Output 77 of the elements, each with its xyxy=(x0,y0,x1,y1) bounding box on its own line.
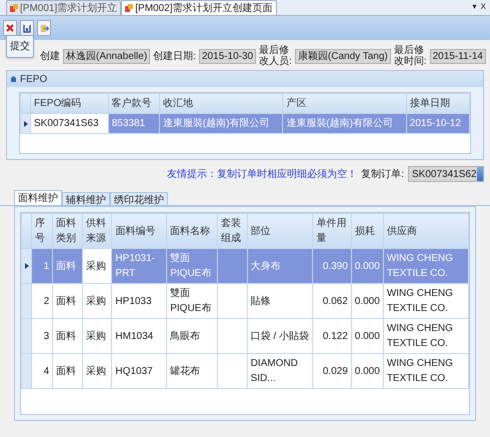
table-cell: 貼條 xyxy=(250,296,271,306)
table-cell: 0.000 xyxy=(354,330,380,342)
table-cell: 1 xyxy=(44,260,50,272)
table-cell: 口袋 / 小貼袋 xyxy=(250,330,309,342)
tooltip: 提交 xyxy=(6,35,34,58)
table-cell: 0.000 xyxy=(354,296,380,306)
row-pointer-icon xyxy=(24,263,28,269)
field-label: 复制订单: xyxy=(361,168,404,182)
table-cell: WING CHENG TEXTILE CO. xyxy=(386,253,453,279)
save-button[interactable] xyxy=(20,20,34,36)
close-button[interactable] xyxy=(3,20,17,36)
column-header[interactable]: FEPO编码 xyxy=(30,94,108,114)
table-cell: 0.029 xyxy=(322,366,348,376)
text-field[interactable]: 康颖园(Candy Tang) xyxy=(294,48,391,64)
document-tab[interactable]: [PM001]需求计划开立 xyxy=(6,0,122,15)
table-cell: 0.000 xyxy=(354,260,380,272)
table-cell: 逢東服裝(越南)有限公司 xyxy=(162,118,270,129)
table-cell: 雙面PIQUE布 xyxy=(170,288,212,314)
table-cell: 0.062 xyxy=(322,296,348,306)
save-icon xyxy=(23,24,31,32)
field-label: 创建 xyxy=(40,50,60,62)
table-cell: HP1031-PRT xyxy=(115,253,155,279)
exit-icon xyxy=(40,24,48,32)
table-cell: 0.390 xyxy=(322,260,348,272)
table-cell: 2015-10-12 xyxy=(410,118,461,129)
document-tab[interactable]: [PM002]需求计划开立创建页面 xyxy=(121,0,276,15)
text-field[interactable]: 2015-11-14 xyxy=(430,48,486,64)
export-button[interactable] xyxy=(37,20,51,36)
table-cell: 面料 xyxy=(56,330,76,342)
table-cell: 面料 xyxy=(56,366,76,376)
table-cell: 罐花布 xyxy=(170,366,200,376)
sub-tab[interactable]: 面料维护 xyxy=(14,190,62,205)
table-cell: 采购 xyxy=(86,260,106,272)
table-cell: HP1033 xyxy=(115,296,152,306)
hint-text: 友情提示：复制订单时相应明细必须为空！ xyxy=(167,168,358,182)
text-field[interactable]: 林逸园(Annabelle) xyxy=(63,48,150,64)
table-cell: HM1034 xyxy=(115,330,154,342)
table-cell: SK007341S63 xyxy=(34,118,99,129)
table-cell: 4 xyxy=(44,366,50,376)
sub-tab[interactable]: 绣印花维护 xyxy=(110,192,168,205)
row-pointer-icon xyxy=(24,120,28,126)
text-field[interactable]: 2015-10-30 xyxy=(198,48,256,64)
table-cell: 2 xyxy=(44,296,50,306)
table-cell: 853381 xyxy=(112,118,146,129)
table-cell: WING CHENG TEXTILE CO. xyxy=(386,288,453,314)
tab-menu-button[interactable]: ▾ xyxy=(472,1,477,13)
close-icon xyxy=(6,24,14,32)
column-header[interactable]: 产区 xyxy=(282,94,406,114)
table-cell: 3 xyxy=(44,330,50,342)
table-cell: 采购 xyxy=(86,296,106,306)
table-cell: 0.122 xyxy=(322,330,348,342)
table-cell: 鳥眼布 xyxy=(170,330,200,342)
panel-icon xyxy=(10,75,17,83)
order-dropdown[interactable]: SK007341S62 xyxy=(408,166,484,182)
table-cell: DIAMOND SID... xyxy=(250,358,298,384)
document-icon xyxy=(10,4,18,12)
table-cell: 采购 xyxy=(86,330,106,342)
dropdown-handle-icon xyxy=(476,167,483,181)
column-header[interactable]: 收汇地 xyxy=(159,94,283,114)
table-row[interactable]: SK007341S63 853381 逢東服裝(越南)有限公司 逢東服裝(越南)有限公司 2015-10-12 xyxy=(20,114,470,134)
panel-title: FEPO xyxy=(20,72,48,86)
table-cell: HQ1037 xyxy=(115,366,153,376)
document-icon xyxy=(125,4,134,12)
table-cell: 面料 xyxy=(56,296,76,306)
table-cell: 雙面PIQUE布 xyxy=(170,253,212,279)
field-label: 最后修改时间: xyxy=(394,45,427,67)
field-label: 最后修改人员: xyxy=(259,45,292,67)
table-cell: 采购 xyxy=(86,366,106,376)
table-cell: WING CHENG TEXTILE CO. xyxy=(386,323,453,349)
table-cell: 逢東服裝(越南)有限公司 xyxy=(286,118,393,129)
table-cell: 大身布 xyxy=(250,260,281,272)
table-cell: 面料 xyxy=(56,260,76,272)
table-cell: WING CHENG TEXTILE CO. xyxy=(386,358,453,384)
field-label: 创建日期: xyxy=(153,50,196,62)
sub-tab[interactable]: 辅料维护 xyxy=(62,192,110,205)
table-cell: 0.000 xyxy=(354,366,380,376)
close-tab-button[interactable]: X xyxy=(480,1,486,13)
